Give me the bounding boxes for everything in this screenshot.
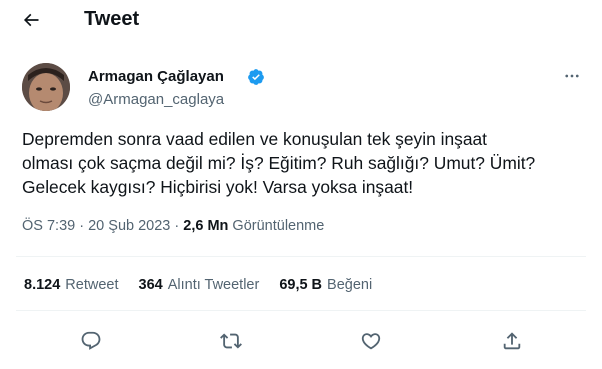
quotes-stat[interactable]: 364 Alıntı Tweetler xyxy=(139,277,260,293)
tweet-time[interactable]: ÖS 7:39 xyxy=(22,218,75,234)
retweet-icon xyxy=(220,333,242,349)
views-label: Görüntülenme xyxy=(232,218,325,234)
share-icon xyxy=(503,332,521,350)
reply-icon xyxy=(81,331,101,350)
views-count: 2,6 Mn xyxy=(183,218,229,234)
tweet-text: Depremden sonra vaad edilen ve konuşulan… xyxy=(22,129,536,197)
retweets-label: Retweet xyxy=(65,277,119,293)
retweets-count: 8.124 xyxy=(24,277,61,293)
divider xyxy=(16,310,586,311)
more-button[interactable] xyxy=(560,66,584,86)
likes-stat[interactable]: 69,5 B Beğeni xyxy=(279,277,372,293)
page-title: Tweet xyxy=(84,8,140,30)
likes-label: Beğeni xyxy=(327,277,373,293)
header: Tweet xyxy=(0,0,602,40)
divider xyxy=(16,256,586,257)
quotes-label: Alıntı Tweetler xyxy=(167,277,260,293)
meta-separator: · xyxy=(174,218,180,234)
verified-badge-icon xyxy=(248,69,264,85)
author-handle[interactable]: @Armagan_caglaya xyxy=(88,91,224,108)
retweet-button[interactable] xyxy=(216,326,246,356)
retweets-stat[interactable]: 8.124 Retweet xyxy=(24,277,119,293)
action-bar xyxy=(0,326,602,356)
like-icon xyxy=(361,333,381,350)
likes-count: 69,5 B xyxy=(279,277,323,293)
like-button[interactable] xyxy=(356,326,386,356)
back-arrow-icon xyxy=(23,13,39,27)
avatar[interactable] xyxy=(22,63,70,111)
reply-button[interactable] xyxy=(76,326,106,356)
more-icon xyxy=(565,74,579,78)
tweet-stats: 8.124 Retweet 364 Alıntı Tweetler 69,5 B… xyxy=(24,277,392,293)
tweet-date[interactable]: 20 Şub 2023 xyxy=(88,218,170,234)
quotes-count: 364 xyxy=(138,277,163,293)
tweet-meta: ÖS 7:39 · 20 Şub 2023 · 2,6 Mn Görüntüle… xyxy=(22,218,324,234)
avatar-image xyxy=(22,63,70,111)
author-name[interactable]: Armagan Çağlayan xyxy=(88,68,224,85)
share-button[interactable] xyxy=(497,326,527,356)
meta-separator: · xyxy=(79,218,85,234)
back-button[interactable] xyxy=(16,6,46,34)
